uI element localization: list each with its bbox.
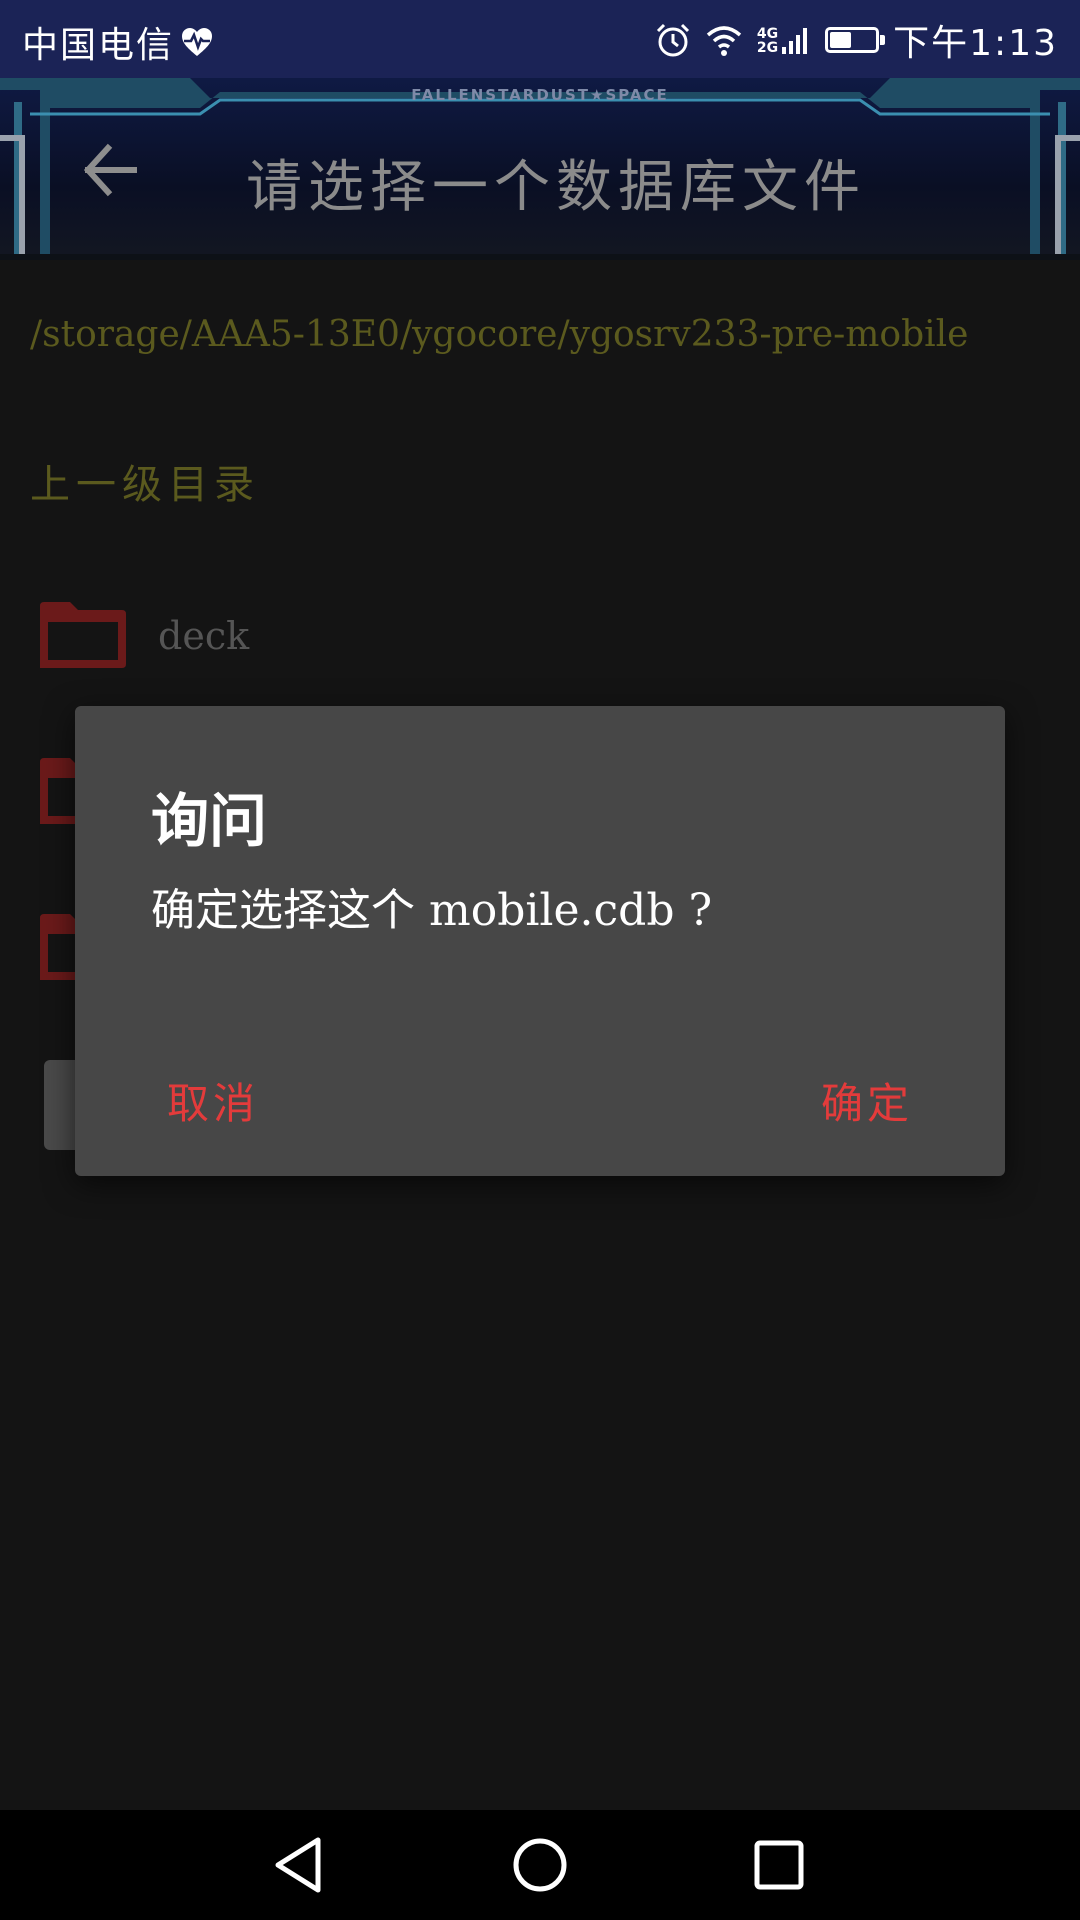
- arrow-left-icon[interactable]: [78, 138, 142, 202]
- battery-icon: [825, 27, 886, 53]
- signal-group: 4G 2G: [757, 25, 811, 55]
- dialog-message: 确定选择这个 mobile.cdb ?: [151, 885, 713, 936]
- system-nav-bar: [0, 1810, 1080, 1920]
- alarm-icon: [656, 23, 689, 57]
- clock: 下午1:13: [893, 23, 1058, 64]
- parent-directory-link[interactable]: 上一级目录: [30, 452, 260, 510]
- signal-icon: [782, 28, 808, 54]
- status-left: 中国电信: [22, 16, 214, 68]
- current-path: /storage/AAA5-13E0/ygocore/ygosrv233-pre…: [30, 314, 969, 355]
- wifi-icon: [706, 26, 742, 56]
- status-bar: 中国电信 4G 2G 下午1:13: [0, 0, 1080, 78]
- page-title: 请选择一个数据库文件: [246, 155, 866, 220]
- status-right: 4G 2G 下午1:13: [655, 14, 1058, 66]
- cancel-button[interactable]: 取消: [167, 1066, 259, 1135]
- brand-logo-text: FALLENSTARDUST★SPACE: [411, 86, 669, 104]
- nav-home-icon[interactable]: [507, 1832, 573, 1898]
- nav-recent-icon[interactable]: [746, 1832, 812, 1898]
- network-type-top: 4G: [756, 26, 779, 42]
- nav-back-icon[interactable]: [268, 1832, 334, 1898]
- network-type: 4G 2G: [757, 27, 778, 55]
- carrier-label: 中国电信: [22, 25, 175, 66]
- screen: 中国电信 4G 2G 下午1:13 FALLENSTARDUST★SPACE 请…: [0, 0, 1080, 1920]
- battery-level: [830, 32, 852, 48]
- dialog-title: 询问: [151, 787, 268, 855]
- app-header: FALLENSTARDUST★SPACE 请选择一个数据库文件: [0, 78, 1080, 260]
- confirm-button[interactable]: 确定: [821, 1066, 913, 1135]
- network-type-bottom: 2G: [756, 40, 779, 56]
- file-name: deck: [158, 614, 250, 658]
- heart-pulse-icon: [182, 28, 213, 56]
- confirm-dialog: 询问 确定选择这个 mobile.cdb ? 取消 确定: [75, 706, 1005, 1176]
- folder-icon: [40, 602, 126, 668]
- file-row-deck[interactable]: deck: [30, 594, 1030, 684]
